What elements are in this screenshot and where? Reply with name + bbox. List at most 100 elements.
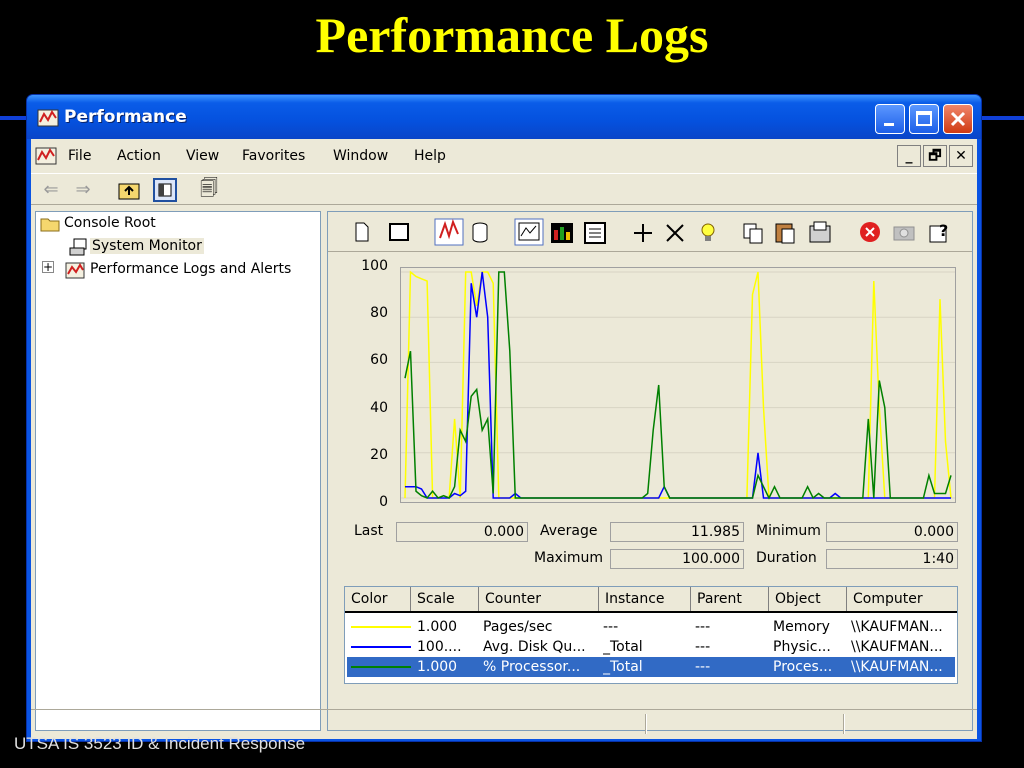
color-swatch bbox=[351, 666, 411, 668]
minimize-button[interactable] bbox=[875, 104, 905, 134]
performance-app-icon bbox=[37, 109, 59, 127]
mdi-restore-button[interactable]: 🗗 bbox=[923, 145, 947, 167]
cell-parent: --- bbox=[695, 619, 711, 635]
cell-counter: Avg. Disk Qu... bbox=[483, 639, 586, 655]
window-title: Performance bbox=[64, 107, 187, 127]
console-tree: Console Root System Monitor + Performanc… bbox=[35, 211, 321, 731]
menu-action[interactable]: Action bbox=[117, 148, 161, 164]
view-log-data-icon[interactable] bbox=[470, 222, 490, 244]
copy-properties-icon[interactable] bbox=[742, 222, 764, 244]
mdi-minimize-button[interactable]: _ bbox=[897, 145, 921, 167]
folder-icon bbox=[40, 218, 60, 232]
column-header-counter[interactable]: Counter bbox=[479, 587, 599, 611]
menu-window[interactable]: Window bbox=[333, 148, 388, 164]
minimum-value: 0.000 bbox=[826, 522, 958, 542]
menu-help[interactable]: Help bbox=[414, 148, 446, 164]
tree-expander-icon[interactable]: + bbox=[42, 261, 54, 273]
monitor-help-icon[interactable]: ? bbox=[928, 220, 952, 244]
last-label: Last bbox=[354, 523, 384, 539]
color-swatch bbox=[351, 646, 411, 648]
maximum-label: Maximum bbox=[534, 550, 603, 566]
cell-parent: --- bbox=[695, 639, 711, 655]
clear-display-icon[interactable] bbox=[388, 222, 410, 242]
column-header-instance[interactable]: Instance bbox=[599, 587, 691, 611]
slide-title: Performance Logs bbox=[315, 7, 709, 63]
menu-file[interactable]: File bbox=[68, 148, 91, 164]
new-counter-set-icon[interactable] bbox=[354, 222, 370, 242]
column-header-parent[interactable]: Parent bbox=[691, 587, 769, 611]
freeze-display-icon[interactable] bbox=[858, 220, 882, 244]
help-icon[interactable]: 🗐 bbox=[197, 177, 221, 201]
svg-text:?: ? bbox=[939, 221, 948, 240]
paste-counter-list-icon[interactable] bbox=[774, 220, 796, 244]
y-tick-40: 40 bbox=[370, 400, 388, 416]
slide-rule-left bbox=[0, 116, 26, 120]
performance-graph bbox=[400, 267, 956, 503]
y-tick-80: 80 bbox=[370, 305, 388, 321]
menu-favorites[interactable]: Favorites bbox=[242, 148, 305, 164]
y-tick-60: 60 bbox=[370, 352, 388, 368]
menu-view[interactable]: View bbox=[186, 148, 219, 164]
properties-icon[interactable] bbox=[808, 220, 832, 244]
maximum-value: 100.000 bbox=[610, 549, 744, 569]
last-value: 0.000 bbox=[396, 522, 528, 542]
back-arrow-icon[interactable]: ⇐ bbox=[39, 178, 63, 202]
add-icon[interactable] bbox=[632, 222, 654, 244]
menu-bar: File Action View Favorites Window Help _… bbox=[31, 143, 977, 169]
maximize-button[interactable] bbox=[909, 104, 939, 134]
cell-computer: \\KAUFMAN... bbox=[851, 639, 943, 655]
system-monitor-icon bbox=[69, 238, 87, 256]
tree-item-console-root[interactable]: Console Root bbox=[64, 215, 156, 231]
column-header-color[interactable]: Color bbox=[345, 587, 411, 611]
cell-instance: _Total bbox=[603, 659, 643, 675]
cell-object: Memory bbox=[773, 619, 830, 635]
cell-instance: _Total bbox=[603, 639, 643, 655]
cell-object: Proces... bbox=[773, 659, 833, 675]
graph-canvas bbox=[401, 270, 955, 500]
counter-list: Color Scale Counter Instance Parent Obje… bbox=[344, 586, 958, 684]
delete-icon[interactable] bbox=[664, 222, 686, 244]
show-hide-tree-icon[interactable] bbox=[153, 178, 177, 202]
up-folder-icon[interactable] bbox=[117, 178, 141, 202]
slide-rule-right bbox=[982, 116, 1024, 120]
column-header-computer[interactable]: Computer bbox=[847, 587, 957, 611]
main-toolbar: ⇐ ⇒ 🗐 bbox=[31, 173, 977, 205]
update-data-icon[interactable] bbox=[892, 222, 916, 242]
column-header-object[interactable]: Object bbox=[769, 587, 847, 611]
tree-item-system-monitor[interactable]: System Monitor bbox=[90, 238, 204, 254]
cell-instance: --- bbox=[603, 619, 619, 635]
title-bar[interactable]: Performance bbox=[27, 95, 981, 139]
average-value: 11.985 bbox=[610, 522, 744, 542]
view-report-icon[interactable] bbox=[584, 222, 606, 244]
view-current-activity-icon[interactable] bbox=[434, 218, 464, 246]
window-client-area: File Action View Favorites Window Help _… bbox=[31, 139, 977, 739]
column-header-scale[interactable]: Scale bbox=[411, 587, 479, 611]
cell-computer: \\KAUFMAN... bbox=[851, 659, 943, 675]
cell-scale: 1.000 bbox=[417, 619, 458, 635]
view-graph-icon[interactable] bbox=[514, 218, 544, 246]
table-row[interactable]: 100.... Avg. Disk Qu... _Total --- Physi… bbox=[347, 637, 955, 657]
status-divider bbox=[843, 714, 845, 734]
tree-item-performance-logs[interactable]: Performance Logs and Alerts bbox=[90, 261, 291, 277]
cell-counter: % Processor... bbox=[483, 659, 581, 675]
table-row-selected[interactable]: 1.000 % Processor... _Total --- Proces..… bbox=[347, 657, 955, 677]
minimize-icon bbox=[884, 123, 894, 126]
table-row[interactable]: 1.000 Pages/sec --- --- Memory \\KAUFMAN… bbox=[347, 617, 955, 637]
close-icon bbox=[950, 111, 966, 127]
system-monitor-pane: ? 100 80 60 40 20 0 Last 0.000 Average 1… bbox=[327, 211, 973, 731]
cell-object: Physic... bbox=[773, 639, 831, 655]
status-divider bbox=[645, 714, 647, 734]
monitor-toolbar: ? bbox=[328, 212, 972, 252]
average-label: Average bbox=[540, 523, 598, 539]
close-button[interactable] bbox=[943, 104, 973, 134]
status-bar bbox=[31, 709, 977, 737]
highlight-icon[interactable] bbox=[698, 222, 718, 244]
color-swatch bbox=[351, 626, 411, 628]
cell-parent: --- bbox=[695, 659, 711, 675]
console-menu-icon[interactable] bbox=[35, 145, 57, 165]
forward-arrow-icon[interactable]: ⇒ bbox=[71, 178, 95, 202]
view-histogram-icon[interactable] bbox=[550, 222, 574, 244]
mdi-close-button[interactable]: ✕ bbox=[949, 145, 973, 167]
maximize-icon bbox=[916, 111, 932, 126]
mdi-controls: _ 🗗 ✕ bbox=[897, 145, 973, 167]
